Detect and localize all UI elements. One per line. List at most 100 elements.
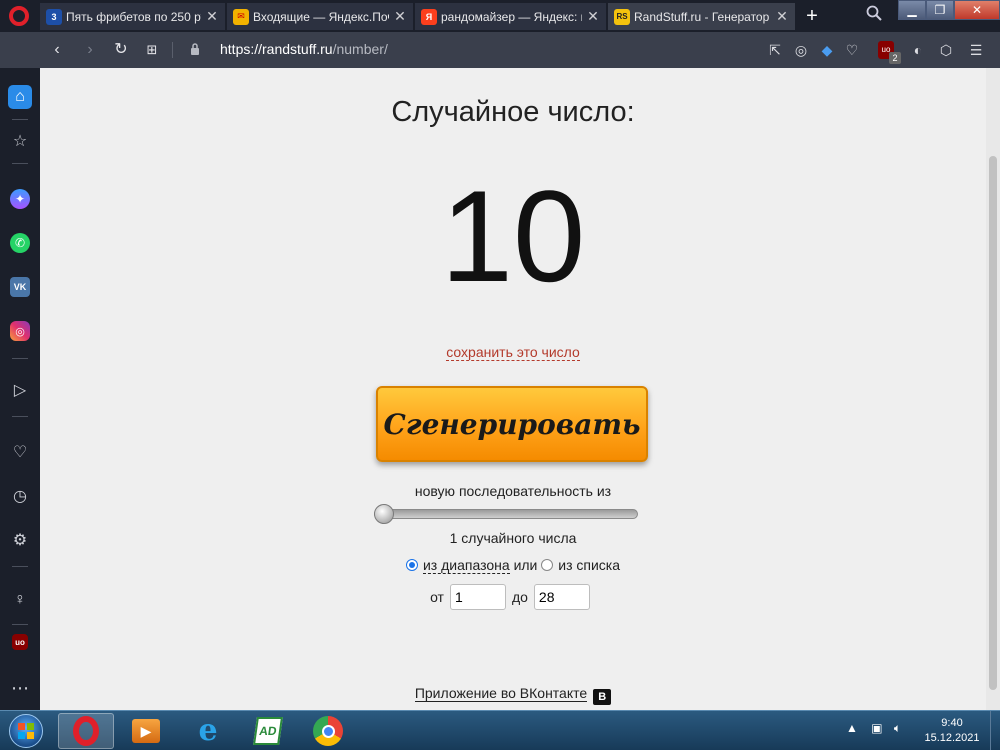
- back-icon[interactable]: ‹: [47, 40, 67, 60]
- chrome-icon: [313, 716, 343, 746]
- minimize-icon[interactable]: ▁: [898, 0, 926, 20]
- address-bar: ‹ › ↻ ⊞ https://randstuff.ru/number/ ⇱ ◎…: [0, 32, 1000, 68]
- sequence-label: новую последовательность из: [414, 483, 612, 499]
- count-label: 1 случайного числа: [449, 530, 577, 546]
- tab-freebets[interactable]: 3 Пять фрибетов по 250 ру ✕: [40, 3, 226, 30]
- scrollbar-thumb[interactable]: [989, 156, 997, 690]
- range-inputs: от до: [40, 584, 986, 610]
- heart-icon[interactable]: ♡: [8, 440, 32, 464]
- save-number-link[interactable]: сохранить это число: [446, 344, 580, 361]
- app-icon: AD: [253, 717, 283, 745]
- url-host: https://randstuff.ru: [220, 41, 333, 57]
- range-radio-label[interactable]: из диапазона: [422, 557, 510, 574]
- history-icon[interactable]: ◷: [8, 484, 32, 508]
- tab-yandex-mail[interactable]: ✉ Входящие — Яндекс.Почт ✕: [227, 3, 414, 30]
- shield-icon[interactable]: ◆: [818, 41, 836, 59]
- random-number: 10: [440, 163, 586, 309]
- bulb-icon[interactable]: ♀: [8, 588, 32, 612]
- home-icon[interactable]: ⌂: [8, 85, 32, 109]
- more-icon[interactable]: ⋯: [8, 676, 32, 700]
- show-desktop-button[interactable]: [990, 711, 1000, 750]
- volume-icon[interactable]: 🔈︎: [894, 721, 901, 735]
- share-icon[interactable]: ⇱: [766, 41, 784, 59]
- sidebar-divider: [12, 416, 28, 417]
- bookmark-heart-icon[interactable]: ♡: [843, 41, 861, 59]
- ublock-icon[interactable]: uo: [12, 634, 28, 650]
- taskbar-ie[interactable]: e: [180, 713, 236, 749]
- system-tray: ▲ ▣ 🔈︎: [846, 721, 901, 736]
- close-tab-icon[interactable]: ✕: [205, 8, 219, 25]
- sidebar-divider: [12, 358, 28, 359]
- lock-icon: [191, 43, 199, 55]
- or-text: или: [513, 557, 538, 573]
- windows-taskbar: ▶ e AD ▲ ▣ 🔈︎ 9:40 15.12.2021: [0, 710, 1000, 750]
- new-tab-button[interactable]: +: [800, 5, 824, 29]
- instagram-icon[interactable]: ◎: [10, 321, 30, 341]
- sidebar-divider: [12, 119, 28, 120]
- snapshot-icon[interactable]: ◎: [792, 41, 810, 59]
- network-icon[interactable]: ▣: [871, 721, 882, 735]
- save-number-row: сохранить это число: [40, 344, 986, 361]
- from-label: от: [430, 589, 444, 605]
- messenger-icon[interactable]: ✦: [10, 189, 30, 209]
- windows-logo-icon: [9, 714, 43, 748]
- whatsapp-icon[interactable]: ✆: [10, 233, 30, 253]
- range-radio[interactable]: [405, 559, 418, 571]
- list-radio-label[interactable]: из списка: [558, 557, 620, 573]
- vk-app-row: Приложение во ВКонтакте B: [40, 685, 986, 705]
- star-icon[interactable]: ☆: [8, 129, 32, 153]
- settings-icon[interactable]: ⚙: [8, 528, 32, 552]
- page-title: Случайное число:: [391, 96, 635, 128]
- count-slider-track[interactable]: [374, 509, 638, 519]
- reload-icon[interactable]: ↻: [111, 40, 131, 60]
- opera-sidebar: ⌂ ☆ ✦ ✆ VK ◎ ▷ ♡ ◷ ⚙ ♀ uo ⋯: [0, 68, 40, 710]
- close-window-icon[interactable]: ✕: [954, 0, 1000, 20]
- page-content: Случайное число: 10 сохранить это число …: [40, 68, 986, 710]
- vpn-icon[interactable]: ◐: [909, 41, 927, 59]
- tab-search-icon[interactable]: [866, 5, 886, 25]
- from-input[interactable]: [449, 584, 506, 610]
- tab-title: Пять фрибетов по 250 ру: [66, 9, 201, 24]
- vk-icon[interactable]: VK: [10, 277, 30, 297]
- url-field[interactable]: https://randstuff.ru/number/: [220, 41, 388, 57]
- extensions-cube-icon[interactable]: ⬡: [937, 41, 955, 59]
- tabs-grid-icon[interactable]: ⊞: [142, 40, 162, 60]
- close-tab-icon[interactable]: ✕: [393, 8, 407, 25]
- start-button[interactable]: [2, 712, 50, 750]
- taskbar-clock[interactable]: 9:40 15.12.2021: [920, 716, 984, 746]
- vk-app-link[interactable]: Приложение во ВКонтакте: [414, 685, 588, 702]
- tab-title: Входящие — Яндекс.Почт: [253, 9, 389, 24]
- tab-favicon-icon: 3: [46, 8, 62, 25]
- easy-setup-icon[interactable]: ☰: [967, 41, 985, 59]
- player-icon[interactable]: ▷: [8, 378, 32, 402]
- close-tab-icon[interactable]: ✕: [775, 8, 789, 25]
- generate-button[interactable]: Сгенерировать: [376, 386, 648, 462]
- tab-title: RandStuff.ru - Генератор с: [634, 9, 771, 24]
- taskbar-app[interactable]: AD: [240, 713, 296, 749]
- maximize-icon[interactable]: ❐: [926, 0, 954, 20]
- opera-icon: [73, 716, 99, 746]
- clock-date: 15.12.2021: [924, 732, 980, 744]
- divider: [172, 42, 173, 58]
- tab-randstuff[interactable]: RS RandStuff.ru - Генератор с ✕: [608, 3, 796, 30]
- taskbar-opera[interactable]: [58, 713, 114, 749]
- count-slider-handle[interactable]: [374, 504, 394, 524]
- forward-icon[interactable]: ›: [80, 40, 100, 60]
- vk-logo-icon: B: [593, 689, 612, 705]
- tab-yandex-search[interactable]: Я рандомайзер — Яндекс: н ✕: [415, 3, 607, 30]
- list-radio[interactable]: [541, 559, 554, 571]
- tab-strip: 3 Пять фрибетов по 250 ру ✕ ✉ Входящие —…: [0, 0, 1000, 32]
- taskbar-media-player[interactable]: ▶: [118, 713, 174, 749]
- opera-menu-icon[interactable]: [9, 6, 29, 26]
- window-controls: ▁ ❐ ✕: [898, 0, 1000, 20]
- close-tab-icon[interactable]: ✕: [586, 8, 600, 25]
- mail-favicon-icon: ✉: [233, 8, 249, 25]
- taskbar-chrome[interactable]: [300, 713, 356, 749]
- page-scrollbar[interactable]: [986, 68, 1000, 710]
- sidebar-divider: [12, 624, 28, 625]
- url-path: /number/: [332, 41, 388, 57]
- tray-arrow-icon[interactable]: ▲: [846, 721, 858, 735]
- to-label: до: [511, 589, 528, 605]
- media-player-icon: ▶: [132, 719, 160, 743]
- to-input[interactable]: [533, 584, 590, 610]
